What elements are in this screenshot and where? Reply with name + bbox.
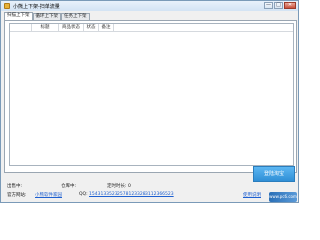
tab-panel: 标题 商品状态 状态 备注 <box>4 20 297 173</box>
close-button[interactable]: ✕ <box>284 2 296 9</box>
column-header-status[interactable]: 状态 <box>84 24 99 31</box>
window-title: 小熊上下架-扫单流量 <box>13 4 60 10</box>
column-header-note[interactable]: 备注 <box>99 24 114 31</box>
column-header-select[interactable] <box>10 24 32 31</box>
qq-link-3[interactable]: 3112366523 <box>145 192 174 197</box>
site-watermark-logo: www.pc6.com <box>269 192 297 202</box>
tab-loop-listing[interactable]: 循环上下架 <box>32 13 61 20</box>
app-icon <box>4 3 10 9</box>
status-bar: 出售中: 仓库中: 定时时长: 0 <box>7 183 297 191</box>
website-label: 官方网站: <box>7 193 27 198</box>
tab-task-listing[interactable]: 任务上下架 <box>61 13 90 20</box>
footer: 官方网站: 小熊软件家园 QQ: 1543133523 2578123328 3… <box>7 192 297 200</box>
timer-duration-label: 定时时长: 0 <box>107 184 131 189</box>
app-window: 小熊上下架-扫单流量 — □ ✕ 扫描上下架 循环上下架 任务上下架 标题 商品… <box>0 0 299 203</box>
maximize-button[interactable]: □ <box>274 2 283 9</box>
tab-strip: 扫描上下架 循环上下架 任务上下架 <box>4 12 90 20</box>
help-link[interactable]: 使用说明 <box>243 192 261 198</box>
qq-link-2[interactable]: 2578123328 <box>117 192 146 197</box>
minimize-button[interactable]: — <box>264 2 273 9</box>
tab-scan-listing[interactable]: 扫描上下架 <box>4 12 33 20</box>
window-controls: — □ ✕ <box>264 2 296 9</box>
qq-link-1[interactable]: 1543133523 <box>89 192 118 197</box>
column-header-item-status[interactable]: 商品状态 <box>59 24 84 31</box>
qq-label: QQ: <box>79 192 88 197</box>
items-table[interactable]: 标题 商品状态 状态 备注 <box>9 23 294 166</box>
login-taobao-button[interactable]: 登陆淘宝 <box>253 166 295 182</box>
website-link[interactable]: 小熊软件家园 <box>35 192 62 198</box>
column-header-title[interactable]: 标题 <box>32 24 59 31</box>
warehouse-count-label: 仓库中: <box>61 184 77 189</box>
title-bar[interactable]: 小熊上下架-扫单流量 — □ ✕ <box>1 1 298 11</box>
table-header: 标题 商品状态 状态 备注 <box>10 24 293 32</box>
on-sale-count-label: 出售中: <box>7 184 23 189</box>
